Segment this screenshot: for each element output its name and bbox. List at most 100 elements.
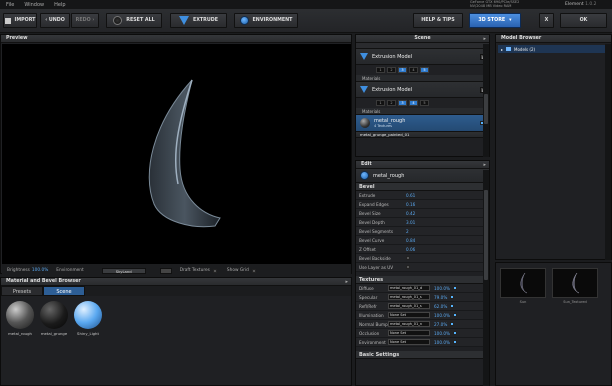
menu-file[interactable]: File [6, 2, 14, 8]
materials-label[interactable]: Materials [356, 75, 489, 82]
material-tile[interactable]: metal_grunge [39, 301, 69, 336]
texture-enabled-checkbox[interactable] [452, 286, 457, 290]
texture-strength[interactable]: 100.0% [434, 313, 450, 318]
menu-help[interactable]: Help [54, 2, 65, 8]
texture-row[interactable]: Normal Bump metal_rough_01_n 27.0% [356, 320, 489, 329]
layer-box[interactable]: 3 [398, 67, 407, 73]
bevel-value[interactable]: 0.61 [406, 193, 415, 198]
panel-arrow-icon[interactable]: ▸ [345, 278, 348, 286]
texture-field[interactable]: None Set [388, 339, 430, 345]
environment-dropdown[interactable]: SkyLand [101, 267, 146, 274]
edit-material-header: metal_rough [356, 169, 489, 183]
bevel-row[interactable]: Bevel Segments 2 [356, 227, 489, 236]
texture-field[interactable]: metal_rough_01_s [388, 294, 430, 300]
layer-selector-1: 1 2 3 4 5 [356, 65, 489, 75]
texture-field[interactable]: metal_rough_01_d [388, 285, 430, 291]
bevel-value[interactable]: 0.84 [406, 238, 415, 243]
brightness-value[interactable]: 100.0% [32, 268, 48, 273]
close-button[interactable]: X [539, 13, 554, 28]
environment-button[interactable]: ENVIRONMENT [234, 13, 298, 28]
undo-button[interactable]: ‹ UNDO [40, 13, 70, 28]
3d-viewport[interactable] [2, 44, 351, 264]
bevel-row[interactable]: Z Offset 0.06 [356, 245, 489, 254]
material-tile[interactable]: Shiny_Light [73, 301, 103, 336]
bevel-value[interactable]: 0.16 [406, 202, 415, 207]
texture-field[interactable]: None Set [388, 312, 430, 318]
texture-field[interactable]: None Set [388, 330, 430, 336]
color-swatch[interactable] [159, 267, 172, 274]
scene-scrollbar[interactable] [483, 44, 489, 157]
bevel-row[interactable]: Bevel Curve 0.84 [356, 236, 489, 245]
edit-scrollbar[interactable] [483, 170, 489, 386]
layer-box[interactable]: 1 [376, 100, 385, 106]
tab-scene[interactable]: Scene [43, 286, 85, 296]
layer-box[interactable]: 3 [398, 100, 407, 106]
bevel-value[interactable]: 3.01 [406, 220, 415, 225]
redo-button[interactable]: REDO › [71, 13, 99, 28]
bevel-row[interactable]: Expand Edges 0.16 [356, 200, 489, 209]
panel-arrow-icon[interactable]: ▸ [483, 161, 486, 169]
bevel-value[interactable]: 0.06 [406, 247, 415, 252]
layer-box[interactable]: 5 [420, 100, 429, 106]
texture-field[interactable]: metal_rough_01_s [388, 303, 430, 309]
scene-material-selected[interactable]: metal_rough 4 Textures [356, 115, 489, 132]
texture-strength[interactable]: 100.0% [434, 286, 450, 291]
texture-enabled-checkbox[interactable] [452, 313, 457, 317]
bevel-row[interactable]: Bevel Size 0.42 [356, 209, 489, 218]
layer-box[interactable]: 4 [409, 67, 418, 73]
ok-button[interactable]: OK [560, 13, 607, 28]
bevel-checkbox[interactable] [406, 256, 410, 260]
tab-presets[interactable]: Presets [1, 286, 43, 296]
bevel-row[interactable]: Use Layer as UV [356, 263, 489, 272]
texture-enabled-checkbox[interactable] [450, 295, 455, 299]
texture-strength[interactable]: 100.0% [434, 331, 450, 336]
draft-textures-checkbox[interactable] [212, 268, 217, 273]
texture-strength[interactable]: 27.0% [434, 322, 447, 327]
models-tree-item[interactable]: ▸ Models (2) [498, 45, 609, 53]
panel-arrow-icon[interactable]: ▸ [483, 35, 486, 43]
texture-enabled-checkbox[interactable] [452, 331, 457, 335]
texture-field[interactable]: metal_rough_01_n [388, 321, 430, 327]
import-button[interactable]: IMPORT [3, 13, 37, 28]
model-thumb[interactable]: Sun_Textured [552, 268, 598, 304]
scene-item-extrusion-1[interactable]: Extrusion Model x [356, 49, 489, 65]
bevel-row[interactable]: Bevel Backside [356, 254, 489, 263]
bevel-section-header[interactable]: Bevel [356, 183, 489, 191]
texture-strength[interactable]: 100.0% [434, 340, 450, 345]
texture-row[interactable]: Illumination None Set 100.0% [356, 311, 489, 320]
basic-settings-header[interactable]: Basic Settings [356, 351, 489, 359]
3d-store-button[interactable]: 3D STORE ▾ [469, 13, 521, 28]
texture-row[interactable]: Diffuse metal_rough_01_d 100.0% [356, 284, 489, 293]
model-thumb[interactable]: Sun [500, 268, 546, 304]
texture-row[interactable]: Specular metal_rough_01_s 79.0% [356, 293, 489, 302]
scene-material-next[interactable]: metal_grunge_painted_01 [356, 132, 489, 138]
bevel-row[interactable]: Bevel Depth 3.01 [356, 218, 489, 227]
scene-item-extrusion-2[interactable]: Extrusion Model x [356, 82, 489, 98]
material-tile[interactable]: metal_rough [5, 301, 35, 336]
texture-row[interactable]: Environment None Set 100.0% [356, 338, 489, 347]
help-tips-button[interactable]: HELP & TIPS [413, 13, 463, 28]
show-grid-checkbox[interactable] [251, 268, 256, 273]
layer-box[interactable]: 2 [387, 100, 396, 106]
bevel-row[interactable]: Extrude 0.61 [356, 191, 489, 200]
texture-enabled-checkbox[interactable] [450, 304, 455, 308]
layer-box[interactable]: 2 [387, 67, 396, 73]
materials-label[interactable]: Materials [356, 108, 489, 115]
texture-enabled-checkbox[interactable] [450, 322, 455, 326]
layer-box[interactable]: 4 [409, 100, 418, 106]
texture-row[interactable]: Refl/Refr metal_rough_01_s 62.0% [356, 302, 489, 311]
extrude-button[interactable]: EXTRUDE [170, 13, 227, 28]
bevel-value[interactable]: 0.42 [406, 211, 415, 216]
bevel-checkbox[interactable] [406, 265, 410, 269]
menu-window[interactable]: Window [24, 2, 44, 8]
bevel-value[interactable]: 2 [406, 229, 409, 234]
texture-row[interactable]: Occlusion None Set 100.0% [356, 329, 489, 338]
texture-enabled-checkbox[interactable] [452, 340, 457, 344]
texture-strength[interactable]: 79.0% [434, 295, 447, 300]
reset-all-button[interactable]: RESET ALL [106, 13, 162, 28]
layer-box[interactable]: 5 [420, 67, 429, 73]
textures-section-header[interactable]: Textures [356, 276, 489, 284]
layer-box[interactable]: 1 [376, 67, 385, 73]
model-browser-scrollbar[interactable] [605, 44, 611, 260]
texture-strength[interactable]: 62.0% [434, 304, 447, 309]
